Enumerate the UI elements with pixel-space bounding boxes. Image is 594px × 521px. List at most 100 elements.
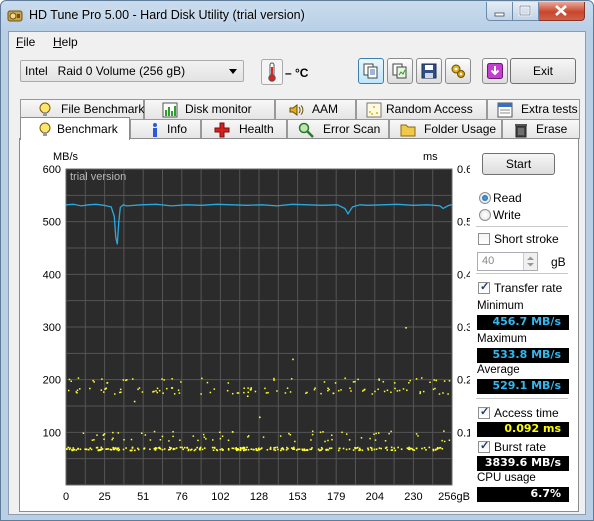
- x-tick-label: 102: [211, 491, 229, 503]
- tab-random-access-label: Random Access: [386, 102, 473, 116]
- access-time-point: [352, 381, 355, 383]
- access-time-point: [273, 448, 275, 451]
- access-time-point: [168, 446, 171, 449]
- minimum-label: Minimum: [477, 300, 524, 312]
- access-time-point: [103, 438, 105, 441]
- access-time-point: [406, 447, 409, 450]
- burst-rate-checkbox[interactable]: [478, 439, 490, 453]
- access-time-point: [443, 430, 445, 432]
- access-time-checkbox[interactable]: [478, 405, 490, 419]
- access-time-point: [189, 449, 192, 451]
- access-time-point: [273, 379, 275, 381]
- y-tick-label: 100: [43, 427, 61, 439]
- access-time-point: [442, 392, 444, 394]
- access-time-point: [117, 449, 120, 452]
- maximum-label: Maximum: [477, 333, 527, 345]
- write-radio[interactable]: [479, 209, 491, 221]
- access-time-point: [409, 447, 412, 450]
- tab-benchmark[interactable]: Benchmark: [20, 117, 130, 140]
- options-button[interactable]: [445, 58, 471, 84]
- tab-file-benchmark[interactable]: File Benchmark: [20, 99, 144, 119]
- y2-tick-label: 0.60: [457, 164, 470, 176]
- access-time-point: [109, 448, 112, 451]
- access-time-point: [262, 436, 265, 438]
- access-time-point: [219, 437, 222, 440]
- drive-select[interactable]: Intel Raid 0 Volume (256 gB): [20, 60, 244, 82]
- tab-random-access[interactable]: Random Access: [356, 99, 487, 119]
- access-time-point: [247, 387, 249, 389]
- close-icon: [555, 5, 567, 16]
- short-stroke-checkbox[interactable]: [478, 233, 490, 245]
- access-time-point: [235, 447, 237, 449]
- exit-button[interactable]: Exit: [510, 58, 576, 84]
- menu-file[interactable]: File: [16, 35, 35, 49]
- access-time-point: [93, 381, 95, 383]
- access-time-point: [318, 449, 321, 452]
- access-time-point: [390, 446, 393, 449]
- y-tick-label: 600: [43, 164, 61, 176]
- save-button[interactable]: [416, 58, 442, 84]
- access-time-point: [205, 438, 207, 440]
- access-time-point: [231, 431, 234, 433]
- title-bar[interactable]: HD Tune Pro 5.00 - Hard Disk Utility (tr…: [1, 1, 593, 31]
- access-time-point: [422, 390, 425, 393]
- close-button[interactable]: [539, 2, 585, 21]
- access-time-point: [171, 378, 173, 380]
- short-stroke-spinner[interactable]: 40: [477, 252, 538, 271]
- transfer-rate-checkbox[interactable]: [478, 280, 490, 294]
- read-radio[interactable]: [479, 192, 491, 204]
- access-time-point: [264, 387, 266, 390]
- menu-help-label: elp: [61, 35, 78, 49]
- access-time-point: [93, 439, 95, 441]
- x-tick-label: 153: [288, 491, 306, 503]
- access-time-point: [413, 449, 416, 451]
- access-time-point: [215, 448, 218, 451]
- copy-screen-button[interactable]: [387, 58, 413, 84]
- access-time-point: [161, 435, 164, 438]
- access-time-point: [243, 391, 245, 394]
- start-button[interactable]: Start: [482, 153, 555, 175]
- copy-info-button[interactable]: [358, 58, 384, 84]
- access-time-point: [323, 381, 326, 383]
- tab-info-label: Info: [167, 122, 188, 136]
- tab-folder-usage[interactable]: Folder Usage: [389, 119, 502, 139]
- access-time-point: [273, 377, 275, 380]
- access-time-point: [393, 382, 396, 384]
- tab-erase-label: Erase: [536, 122, 568, 136]
- access-time-point: [260, 447, 263, 449]
- tab-health[interactable]: Health: [201, 119, 287, 139]
- access-time-point: [246, 395, 249, 398]
- access-time-point: [295, 449, 298, 451]
- tab-error-scan[interactable]: Error Scan: [287, 119, 389, 139]
- tab-disk-monitor[interactable]: Disk monitor: [144, 99, 275, 119]
- access-time-point: [329, 447, 331, 450]
- access-time-point: [378, 447, 381, 449]
- access-time-point: [73, 449, 75, 451]
- access-time-point: [337, 389, 340, 392]
- access-time-point: [171, 387, 174, 389]
- spinner-arrows[interactable]: [523, 253, 537, 270]
- maximize-button[interactable]: [513, 2, 539, 21]
- access-time-point: [358, 447, 361, 450]
- access-time-point: [103, 433, 106, 435]
- tab-erase[interactable]: Erase: [502, 119, 580, 139]
- access-time-point: [330, 447, 333, 449]
- access-time-point: [322, 431, 324, 433]
- tab-health-label: Health: [239, 122, 274, 136]
- burst-rate-value: 3839.6 MB/s: [477, 456, 569, 471]
- access-time-point: [122, 448, 125, 451]
- tab-aam[interactable]: AAM: [275, 99, 356, 119]
- minimize-button[interactable]: [486, 2, 513, 21]
- menu-help[interactable]: Help: [53, 35, 78, 49]
- access-time-point: [255, 449, 258, 452]
- file-benchmark-icon: [39, 102, 51, 116]
- access-time-point: [320, 392, 322, 395]
- download-button[interactable]: [482, 58, 508, 84]
- access-time-point: [117, 432, 120, 434]
- health-cross-icon: [214, 122, 230, 138]
- access-time-point: [265, 392, 268, 394]
- access-time-point: [425, 448, 427, 451]
- access-time-point: [386, 389, 389, 392]
- tab-info[interactable]: Info: [130, 119, 201, 139]
- tab-extra-tests[interactable]: Extra tests: [487, 99, 580, 119]
